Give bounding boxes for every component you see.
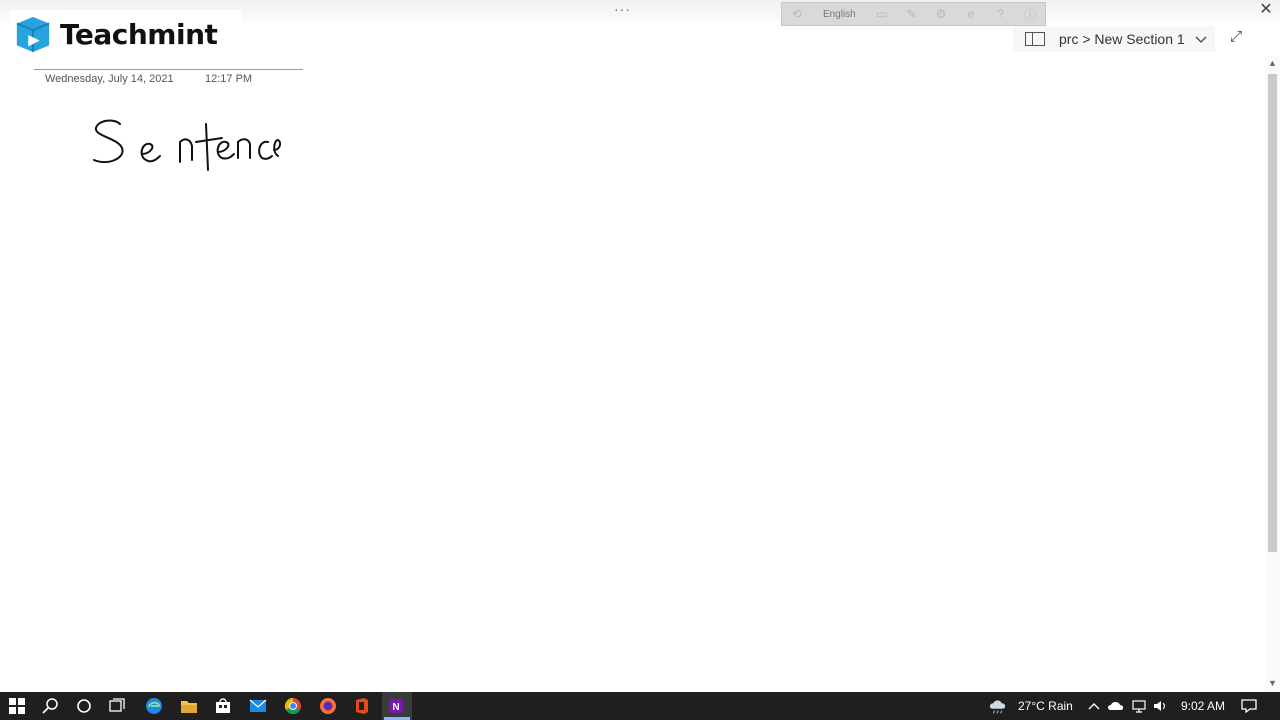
teachmint-logo: Teachmint [10,10,242,58]
ime-mode-icon[interactable]: ⟲ [782,7,812,21]
store-icon[interactable] [213,696,233,716]
chevron-down-icon[interactable] [1195,33,1207,45]
onenote-icon[interactable]: N [386,696,406,716]
scroll-up-icon[interactable]: ▲ [1268,58,1277,68]
office-icon[interactable] [352,696,372,716]
weather-text[interactable]: 27°C Rain [1018,699,1073,713]
info-icon[interactable]: ⓘ [1015,6,1045,23]
ime-language[interactable]: English [812,9,867,20]
network-icon[interactable] [1129,696,1149,716]
svg-text:N: N [392,702,399,713]
chevron-up-icon[interactable] [1084,696,1104,716]
file-explorer-icon[interactable] [179,696,199,716]
breadcrumb-text[interactable]: prc > New Section 1 [1059,31,1185,47]
more-options-icon[interactable]: ··· [614,1,631,17]
windows-start-icon[interactable] [7,696,27,716]
vertical-scrollbar[interactable]: ▲ ▼ [1265,56,1280,692]
weather-rain-icon[interactable] [988,696,1008,716]
pen-icon[interactable]: ✎ [897,7,927,21]
help-icon[interactable]: ? [986,7,1016,21]
cortana-icon[interactable] [74,696,94,716]
volume-icon[interactable] [1150,696,1170,716]
page-title-underline [34,69,303,70]
keyboard-icon[interactable]: ▭ [867,7,897,21]
close-icon[interactable]: ✕ [1257,0,1275,20]
onedrive-icon[interactable] [1106,696,1126,716]
scroll-down-icon[interactable]: ▼ [1268,678,1277,688]
settings-icon[interactable]: ⚙ [926,7,956,21]
firefox-icon[interactable] [318,696,338,716]
teachmint-logo-icon [16,16,50,53]
expand-icon[interactable]: ⤢ [1227,28,1245,46]
breadcrumb[interactable]: prc > New Section 1 [1013,26,1215,52]
scrollbar-thumb[interactable] [1268,74,1277,552]
search-icon[interactable] [41,696,61,716]
ie-icon[interactable]: e [956,7,986,21]
mail-icon[interactable] [248,696,268,716]
notifications-icon[interactable] [1239,696,1259,716]
ime-toolbar: ⟲ English ▭ ✎ ⚙ e ? ⓘ [781,2,1046,26]
page-time: 12:17 PM [205,73,253,85]
edge-icon[interactable] [144,696,164,716]
task-view-icon[interactable] [107,696,127,716]
notebook-icon [1025,32,1045,46]
brand-name: Teachmint [60,17,218,51]
handwriting-ink[interactable] [88,112,288,176]
clock[interactable]: 9:02 AM [1181,699,1225,713]
page-date: Wednesday, July 14, 2021 [45,73,174,85]
taskbar: N 27°C Rain 9:02 AM [0,692,1280,720]
chrome-icon[interactable] [283,696,303,716]
